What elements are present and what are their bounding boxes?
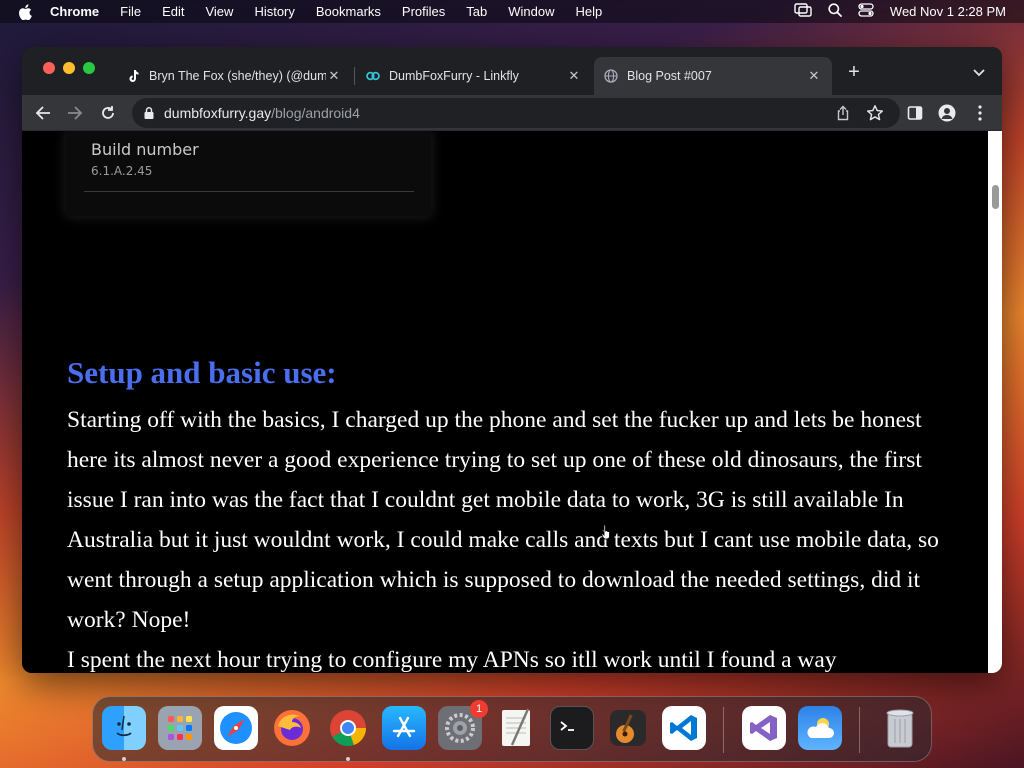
page-content: Build number 6.1.A.2.45 Setup and basic … — [22, 131, 988, 673]
side-panel-icon[interactable] — [905, 103, 925, 123]
window-controls — [43, 62, 95, 74]
dock: 1 — [92, 696, 932, 762]
chrome-window: Bryn The Fox (she/they) (@dumbfoxfurry) … — [22, 47, 1002, 673]
zoom-window-button[interactable] — [83, 62, 95, 74]
site-info-icon[interactable] — [142, 106, 156, 120]
tab-strip: Bryn The Fox (she/they) (@dumbfoxfurry) … — [22, 47, 1002, 95]
url-domain: dumbfoxfurry.gay — [164, 105, 272, 121]
terminal-icon[interactable] — [550, 706, 594, 750]
url-text[interactable]: dumbfoxfurry.gay/blog/android4 — [164, 105, 360, 121]
tab-title: DumbFoxFurry - Linkfly — [389, 69, 519, 83]
menu-window[interactable]: Window — [508, 4, 554, 19]
tab-title: Bryn The Fox (she/they) (@dumbfoxfurry) — [149, 69, 326, 83]
textedit-icon[interactable] — [494, 706, 538, 750]
settings-item-label: Build number — [91, 140, 199, 159]
browser-toolbar: dumbfoxfurry.gay/blog/android4 — [22, 95, 1002, 131]
share-icon[interactable] — [835, 105, 851, 121]
notification-badge: 1 — [470, 700, 488, 718]
menu-view[interactable]: View — [205, 4, 233, 19]
spotlight-search-icon[interactable] — [828, 3, 842, 20]
settings-item-value: 6.1.A.2.45 — [91, 164, 153, 178]
finder-icon[interactable] — [102, 706, 146, 750]
garageband-icon[interactable] — [606, 706, 650, 750]
firefox-icon[interactable] — [270, 706, 314, 750]
mouse-pointer-icon — [601, 524, 611, 540]
menu-help[interactable]: Help — [576, 4, 603, 19]
dock-separator — [723, 707, 724, 753]
minimize-window-button[interactable] — [63, 62, 75, 74]
tab-title: Blog Post #007 — [627, 69, 712, 83]
dock-separator — [859, 707, 860, 753]
article-paragraph: I spent the next hour trying to configur… — [67, 647, 837, 673]
close-tab-icon[interactable]: ✕ — [806, 68, 822, 84]
address-bar[interactable]: dumbfoxfurry.gay/blog/android4 — [132, 98, 900, 128]
more-menu-icon[interactable] — [970, 103, 990, 123]
control-center-icon[interactable] — [858, 3, 874, 20]
menu-bar-clock[interactable]: Wed Nov 1 2:28 PM — [890, 4, 1006, 19]
close-tab-icon[interactable]: ✕ — [326, 68, 342, 84]
system-settings-icon[interactable]: 1 — [438, 700, 488, 750]
chrome-icon[interactable] — [326, 706, 370, 750]
article-paragraph: Starting off with the basics, I charged … — [67, 407, 939, 633]
reload-button[interactable] — [97, 102, 119, 124]
section-heading: Setup and basic use: — [67, 355, 337, 390]
running-indicator — [346, 757, 350, 761]
page-scrollbar[interactable] — [988, 131, 1002, 673]
menu-tab[interactable]: Tab — [466, 4, 487, 19]
app-store-icon[interactable] — [382, 706, 426, 750]
settings-divider — [84, 191, 414, 192]
close-tab-icon[interactable]: ✕ — [566, 68, 582, 84]
tab-linkfly[interactable]: DumbFoxFurry - Linkfly ✕ — [356, 57, 592, 95]
back-button[interactable] — [32, 102, 54, 124]
screen-mirroring-icon[interactable] — [794, 3, 812, 20]
url-path: /blog/android4 — [271, 105, 360, 121]
vscode-icon[interactable] — [662, 706, 706, 750]
tab-separator — [354, 67, 355, 85]
menu-bar: Chrome File Edit View History Bookmarks … — [0, 0, 1024, 23]
new-tab-button[interactable]: + — [844, 62, 864, 82]
tab-blog-post[interactable]: Blog Post #007 ✕ — [594, 57, 832, 95]
safari-icon[interactable] — [214, 706, 258, 750]
scrollbar-thumb[interactable] — [992, 185, 999, 209]
menu-history[interactable]: History — [254, 4, 294, 19]
running-indicator — [122, 757, 126, 761]
visual-studio-icon[interactable] — [742, 706, 786, 750]
menu-file[interactable]: File — [120, 4, 141, 19]
apple-menu-icon[interactable] — [18, 3, 34, 20]
globe-icon — [604, 69, 618, 83]
menu-profiles[interactable]: Profiles — [402, 4, 445, 19]
android-settings-screenshot: Build number 6.1.A.2.45 — [66, 131, 431, 216]
menu-edit[interactable]: Edit — [162, 4, 184, 19]
tiktok-icon — [126, 69, 140, 83]
trash-icon[interactable] — [878, 706, 922, 750]
close-window-button[interactable] — [43, 62, 55, 74]
menu-app-name[interactable]: Chrome — [50, 4, 99, 19]
bookmark-star-icon[interactable] — [866, 104, 884, 122]
forward-button[interactable] — [64, 102, 86, 124]
profile-avatar-icon[interactable] — [937, 103, 957, 123]
tab-tiktok[interactable]: Bryn The Fox (she/they) (@dumbfoxfurry) … — [116, 57, 352, 95]
tab-search-chevron-icon[interactable] — [970, 63, 988, 81]
launchpad-icon[interactable] — [158, 706, 202, 750]
linkfly-icon — [366, 69, 380, 83]
article-body: Starting off with the basics, I charged … — [67, 400, 957, 673]
weather-icon[interactable] — [798, 706, 842, 750]
menu-bookmarks[interactable]: Bookmarks — [316, 4, 381, 19]
